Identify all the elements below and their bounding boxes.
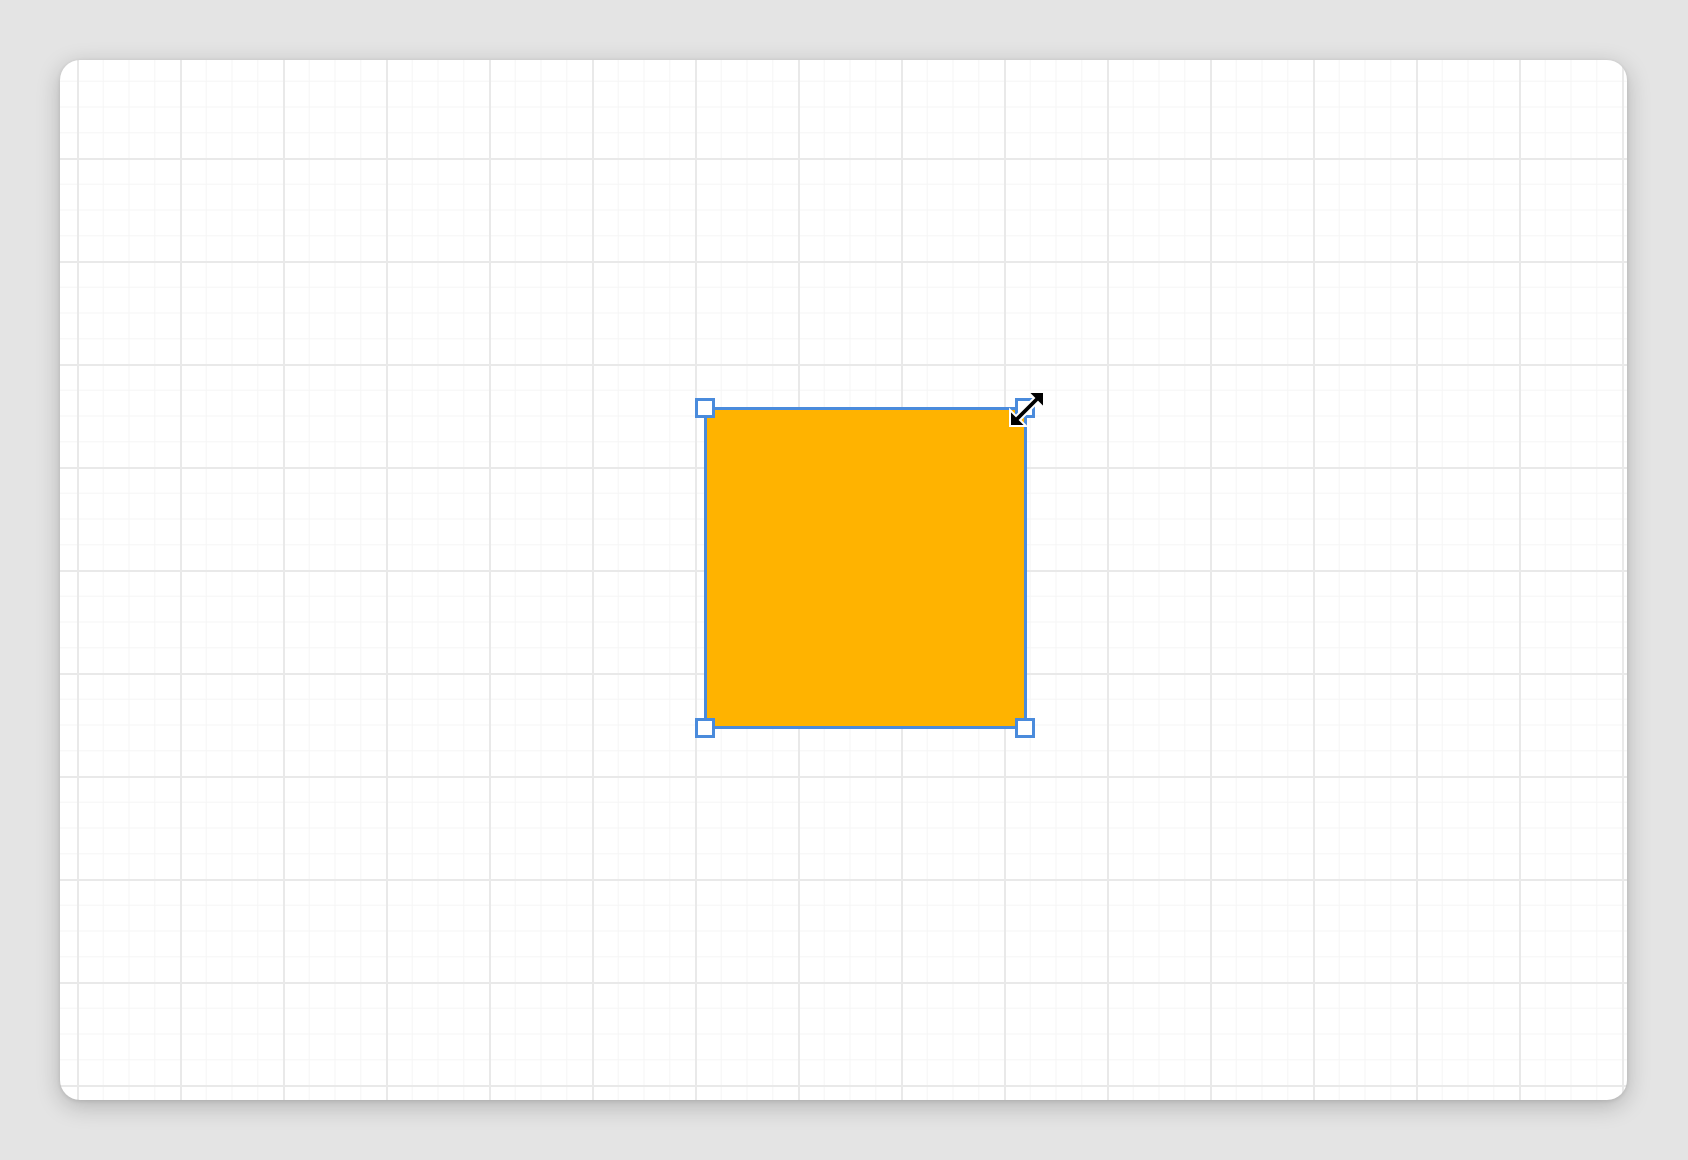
resize-handle-top-left[interactable] [695, 398, 715, 418]
resize-handle-bottom-right[interactable] [1015, 718, 1035, 738]
drawing-canvas[interactable] [60, 60, 1627, 1100]
resize-handle-bottom-left[interactable] [695, 718, 715, 738]
resize-handle-top-right[interactable] [1015, 398, 1035, 418]
orange-square-shape[interactable] [704, 407, 1027, 729]
